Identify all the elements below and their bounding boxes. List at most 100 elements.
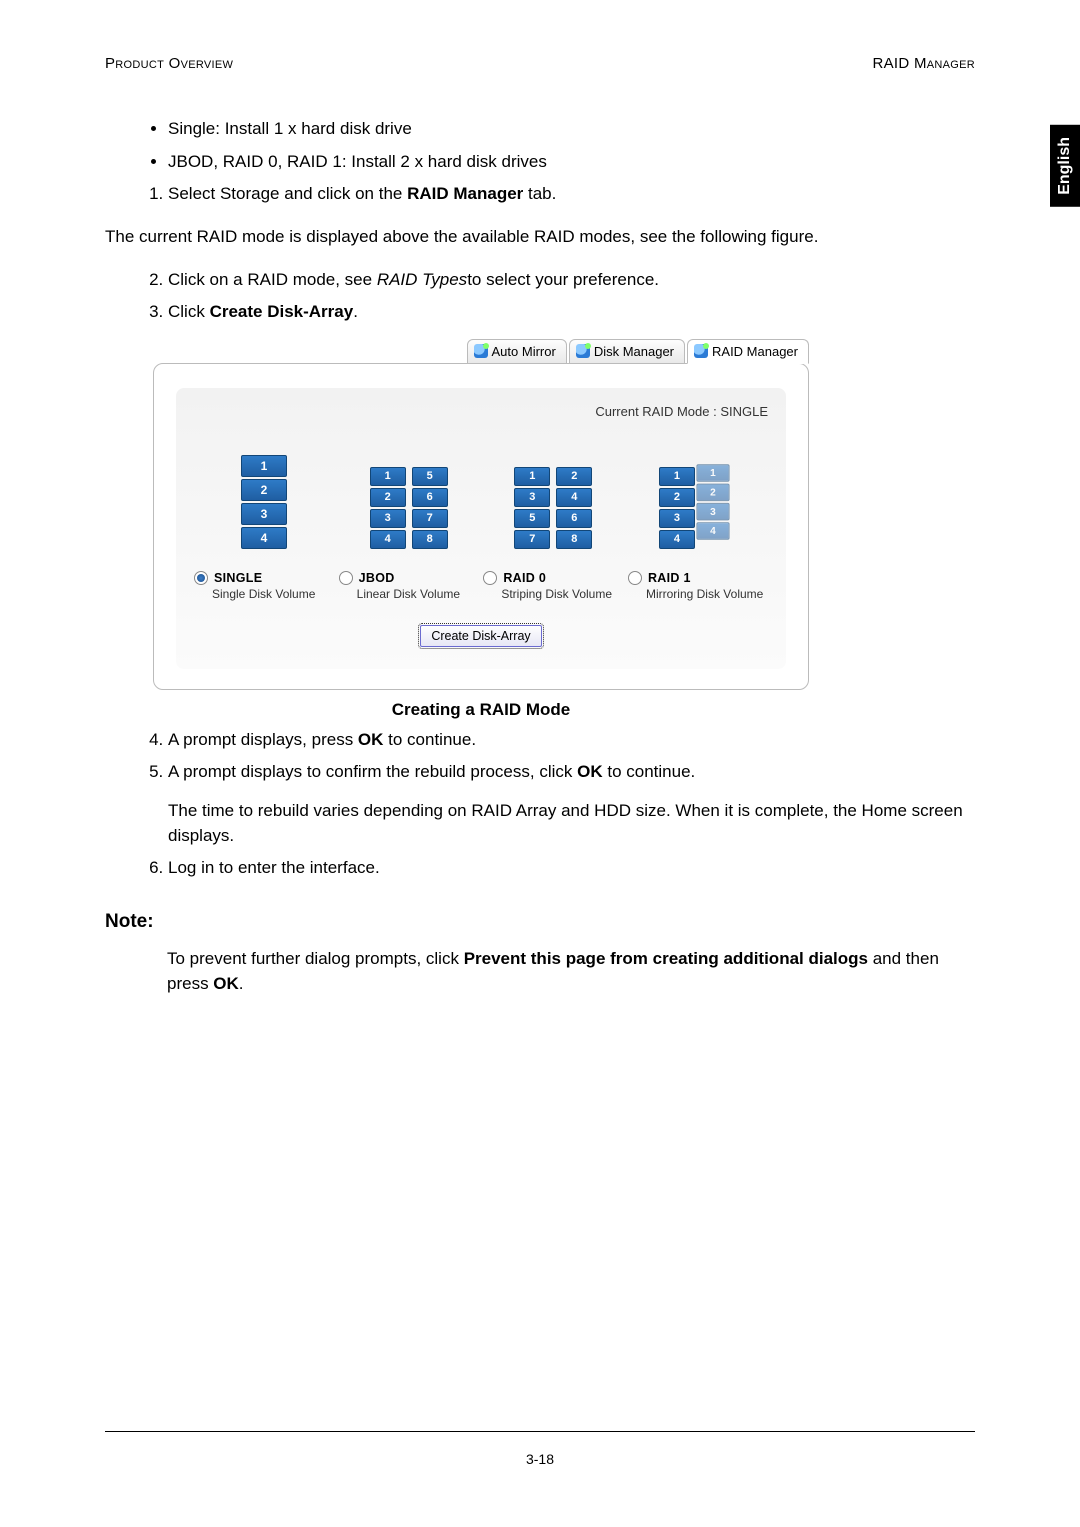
header-left: Product Overview xyxy=(105,55,233,72)
footer-rule xyxy=(105,1431,975,1432)
disk-block: 4 xyxy=(370,530,406,549)
text: Click xyxy=(168,302,210,321)
step-2: Click on a RAID mode, see RAID Typesto s… xyxy=(168,268,975,293)
disk-block: 1 xyxy=(659,467,695,486)
step-5-note: The time to rebuild varies depending on … xyxy=(168,799,975,848)
text: . xyxy=(239,974,244,993)
disk-block: 1 xyxy=(370,467,406,486)
option-title: RAID 0 xyxy=(503,571,546,585)
diagram-single: 1 2 3 4 xyxy=(194,449,334,549)
tab-label: Disk Manager xyxy=(594,344,674,359)
step-1: Select Storage and click on the RAID Man… xyxy=(168,182,975,207)
gear-icon xyxy=(474,344,488,358)
page-header: Product Overview RAID Manager xyxy=(105,55,975,72)
disk-block: 8 xyxy=(556,530,592,549)
text: A prompt displays, press xyxy=(168,730,358,749)
step-4: A prompt displays, press OK to continue. xyxy=(168,728,975,753)
text: tab. xyxy=(523,184,556,203)
step-6: Log in to enter the interface. xyxy=(168,856,975,881)
disk-block: 1 xyxy=(241,455,287,477)
raid-panel: Current RAID Mode : SINGLE 1 2 3 4 xyxy=(153,363,809,690)
raid-option-raid1[interactable]: 1 2 3 4 1 2 3 4 xyxy=(628,449,768,601)
raid-option-single[interactable]: 1 2 3 4 SINGLE Single Disk Volume xyxy=(194,449,334,601)
tabs-row: Auto Mirror Disk Manager RAID Manager xyxy=(153,339,809,364)
diagram-raid1: 1 2 3 4 1 2 3 4 xyxy=(628,449,768,549)
gear-icon xyxy=(576,344,590,358)
text: Select Storage and click on the xyxy=(168,184,407,203)
disk-block: 2 xyxy=(241,479,287,501)
disk-block: 8 xyxy=(412,530,448,549)
disk-block: 2 xyxy=(370,488,406,507)
diagram-raid0: 1 3 5 7 2 4 6 8 xyxy=(483,449,623,549)
raid-option-jbod[interactable]: 1 2 3 4 5 6 7 8 xyxy=(339,449,479,601)
page-number: 3-18 xyxy=(0,1451,1080,1467)
disk-block: 7 xyxy=(412,509,448,528)
option-subtitle: Linear Disk Volume xyxy=(357,587,479,601)
text: To prevent further dialog prompts, click xyxy=(167,949,464,968)
disk-block-ghost: 4 xyxy=(696,522,729,539)
option-title: RAID 1 xyxy=(648,571,691,585)
text-bold: Prevent this page from creating addition… xyxy=(464,949,868,968)
figure-caption: Creating a RAID Mode xyxy=(153,700,809,720)
steps-list-c: A prompt displays, press OK to continue.… xyxy=(140,728,975,881)
paragraph: The current RAID mode is displayed above… xyxy=(105,225,975,250)
disk-block: 4 xyxy=(241,527,287,549)
tab-raid-manager[interactable]: RAID Manager xyxy=(687,339,809,364)
step-3: Click Create Disk-Array. xyxy=(168,300,975,325)
list-item: Single: Install 1 x hard disk drive xyxy=(168,117,975,142)
steps-list-a: Select Storage and click on the RAID Man… xyxy=(140,182,975,207)
disk-block: 3 xyxy=(514,488,550,507)
option-title: SINGLE xyxy=(214,571,262,585)
tab-label: RAID Manager xyxy=(712,344,798,359)
disk-block: 4 xyxy=(659,530,695,549)
disk-block: 3 xyxy=(370,509,406,528)
text-bold: OK xyxy=(577,762,603,781)
disk-block: 2 xyxy=(556,467,592,486)
disk-block: 5 xyxy=(514,509,550,528)
radio-raid0[interactable] xyxy=(483,571,497,585)
tab-label: Auto Mirror xyxy=(492,344,556,359)
text-bold: Create Disk-Array xyxy=(210,302,354,321)
disk-block-ghost: 1 xyxy=(696,464,729,481)
text: A prompt displays to confirm the rebuild… xyxy=(168,762,577,781)
option-subtitle: Mirroring Disk Volume xyxy=(646,587,768,601)
option-subtitle: Single Disk Volume xyxy=(212,587,334,601)
disk-block: 6 xyxy=(412,488,448,507)
note-body: To prevent further dialog prompts, click… xyxy=(167,947,975,996)
text: to continue. xyxy=(383,730,476,749)
step-5: A prompt displays to confirm the rebuild… xyxy=(168,760,975,848)
disk-block: 5 xyxy=(412,467,448,486)
disk-block: 2 xyxy=(659,488,695,507)
tab-auto-mirror[interactable]: Auto Mirror xyxy=(467,339,567,364)
option-title: JBOD xyxy=(359,571,395,585)
text: Click on a RAID mode, see xyxy=(168,270,377,289)
text-italic: RAID Types xyxy=(377,270,467,289)
disk-block: 4 xyxy=(556,488,592,507)
disk-block: 1 xyxy=(514,467,550,486)
text: to continue. xyxy=(603,762,696,781)
list-item: JBOD, RAID 0, RAID 1: Install 2 x hard d… xyxy=(168,150,975,175)
text-bold: OK xyxy=(358,730,384,749)
tab-disk-manager[interactable]: Disk Manager xyxy=(569,339,685,364)
note-heading: Note: xyxy=(105,911,975,933)
raid-panel-inner: Current RAID Mode : SINGLE 1 2 3 4 xyxy=(176,388,786,669)
header-right: RAID Manager xyxy=(872,55,975,72)
disk-block: 7 xyxy=(514,530,550,549)
option-subtitle: Striping Disk Volume xyxy=(501,587,623,601)
disk-block: 6 xyxy=(556,509,592,528)
bullet-list: Single: Install 1 x hard disk drive JBOD… xyxy=(140,117,975,174)
language-tab: English xyxy=(1050,125,1080,207)
radio-single[interactable] xyxy=(194,571,208,585)
raid-options-row: 1 2 3 4 SINGLE Single Disk Volume xyxy=(194,449,768,601)
create-disk-array-button[interactable]: Create Disk-Array xyxy=(420,625,541,647)
gear-icon xyxy=(694,344,708,358)
steps-list-b: Click on a RAID mode, see RAID Typesto s… xyxy=(140,268,975,325)
raid-option-raid0[interactable]: 1 3 5 7 2 4 6 8 xyxy=(483,449,623,601)
radio-raid1[interactable] xyxy=(628,571,642,585)
disk-block: 3 xyxy=(241,503,287,525)
diagram-jbod: 1 2 3 4 5 6 7 8 xyxy=(339,449,479,549)
text: . xyxy=(353,302,358,321)
current-mode-label: Current RAID Mode : SINGLE xyxy=(194,404,768,419)
radio-jbod[interactable] xyxy=(339,571,353,585)
text-bold: RAID Manager xyxy=(407,184,523,203)
